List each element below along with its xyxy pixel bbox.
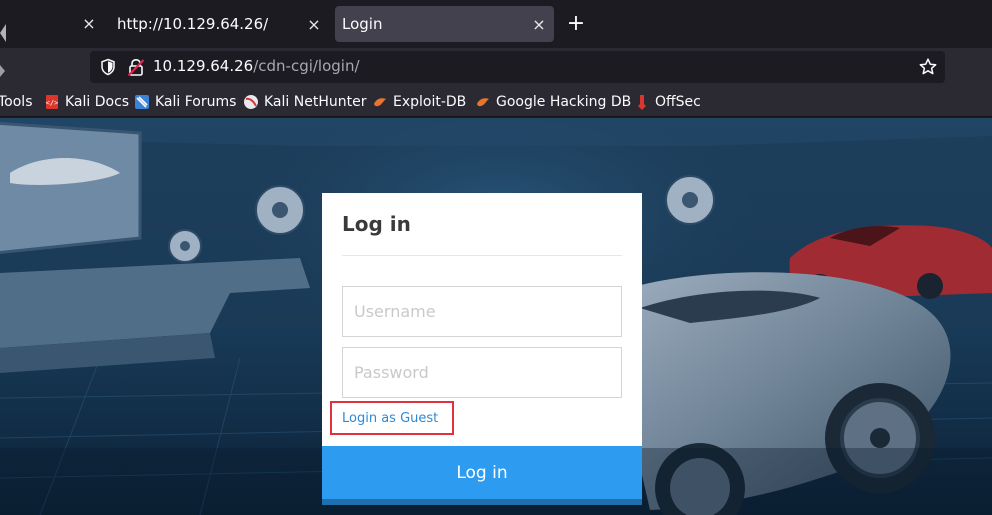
bookmark-label: Google Hacking DB xyxy=(496,94,632,110)
url-bar[interactable]: 10.129.64.26/cdn-cgi/login/ xyxy=(90,51,945,83)
bookmark-star-icon[interactable] xyxy=(918,57,938,77)
login-as-guest-link[interactable]: Login as Guest xyxy=(342,411,438,426)
ghdb-icon xyxy=(477,98,489,107)
tab-title: http://10.129.64.26/ xyxy=(117,15,269,33)
bookmark-label: Kali NetHunter xyxy=(264,94,367,110)
login-button[interactable]: Log in xyxy=(322,446,642,499)
url-text[interactable]: 10.129.64.26/cdn-cgi/login/ xyxy=(153,57,360,75)
bookmarks-toolbar: Tools </> Kali Docs Kali Forums Kali Net… xyxy=(0,86,992,117)
kali-forums-icon xyxy=(135,95,149,109)
bookmark-kali-forums[interactable]: Kali Forums xyxy=(134,93,236,111)
bookmark-offsec[interactable]: OffSec xyxy=(634,93,701,111)
bookmark-label: Kali Docs xyxy=(65,94,130,110)
new-tab-button[interactable]: + xyxy=(566,13,586,35)
back-button-icon[interactable] xyxy=(0,65,5,77)
login-title: Log in xyxy=(342,212,411,236)
tab-strip: × http://10.129.64.26/ × Login × + xyxy=(0,0,992,48)
offsec-icon xyxy=(638,95,646,110)
tracking-protection-shield-icon[interactable] xyxy=(99,58,117,76)
password-input[interactable] xyxy=(342,347,622,398)
scroll-tabs-left-icon[interactable] xyxy=(0,24,6,42)
login-button-shadow xyxy=(322,499,642,505)
username-input[interactable] xyxy=(342,286,622,337)
tab-login[interactable]: Login × xyxy=(335,6,554,42)
tab-title: Login xyxy=(342,15,383,33)
bookmark-label: Kali Forums xyxy=(155,94,237,110)
tab-ip-home[interactable]: http://10.129.64.26/ × xyxy=(108,6,330,42)
tab-close-icon[interactable]: × xyxy=(531,15,547,34)
bookmark-label: Tools xyxy=(0,94,33,110)
page-content: Log in Login as Guest Log in xyxy=(0,118,992,515)
divider xyxy=(342,255,622,256)
tab-close-icon[interactable]: × xyxy=(306,15,322,34)
kali-docs-icon: </> xyxy=(46,95,59,109)
bookmark-google-hacking-db[interactable]: Google Hacking DB xyxy=(475,93,631,111)
exploit-db-icon xyxy=(374,98,386,107)
bookmark-kali-nethunter[interactable]: Kali NetHunter xyxy=(243,93,366,111)
login-card: Log in Login as Guest Log in xyxy=(322,193,642,505)
svg-text:</>: </> xyxy=(46,99,59,107)
bookmark-label: Exploit-DB xyxy=(393,94,467,110)
bookmark-kali-docs[interactable]: </> Kali Docs xyxy=(44,93,129,111)
url-path: /cdn-cgi/login/ xyxy=(253,57,360,75)
url-host: 10.129.64.26 xyxy=(153,57,254,75)
kali-nethunter-icon xyxy=(244,95,258,109)
tab-close-icon[interactable]: × xyxy=(81,16,97,32)
bookmark-label: OffSec xyxy=(655,94,701,110)
bookmark-tools[interactable]: Tools xyxy=(0,93,33,111)
bookmark-exploit-db[interactable]: Exploit-DB xyxy=(372,93,466,111)
navigation-bar: 10.129.64.26/cdn-cgi/login/ xyxy=(0,48,992,86)
insecure-lock-icon[interactable] xyxy=(126,57,146,77)
